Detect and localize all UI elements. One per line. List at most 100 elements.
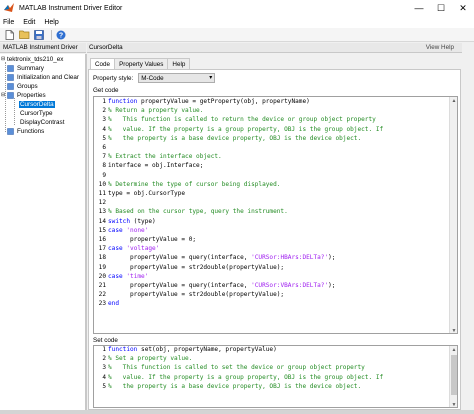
line-number: 4	[102, 373, 106, 381]
code-token: % This function is called to set the dev…	[108, 364, 365, 372]
code-token: propertyValue = str2double(propertyValue…	[108, 263, 285, 271]
property-style-label: Property style:	[93, 74, 134, 82]
tree-item-initialization[interactable]: Initialization and Clear	[7, 73, 80, 81]
line-number: 6	[102, 144, 106, 151]
code-token: switch	[108, 217, 131, 225]
code-token: propertyValue = query(interface,	[108, 254, 252, 262]
scroll-up-icon[interactable]: ▲	[450, 346, 457, 354]
code-token: propertyValue = getProperty(obj, propert…	[137, 98, 310, 105]
code-line: 12	[94, 199, 108, 207]
line-number: 13	[98, 208, 106, 216]
close-button[interactable]: ✕	[452, 0, 474, 16]
help-icon[interactable]: ?	[55, 29, 67, 41]
code-token: % Extract the interface object.	[108, 153, 222, 161]
line-number: 2	[102, 107, 106, 115]
property-style-row: Property style: M-Code ▾	[93, 73, 216, 83]
code-line: 5% the property is a base device propert…	[94, 135, 361, 143]
new-file-icon[interactable]	[3, 29, 15, 41]
code-token: % value. If the property is a group prop…	[108, 373, 384, 381]
line-number: 2	[102, 355, 106, 363]
code-token: % This function is called to return the …	[108, 116, 376, 124]
line-number: 16	[98, 236, 106, 243]
menu-help[interactable]: Help	[44, 19, 58, 26]
code-token: % Return a property value.	[108, 107, 204, 115]
matlab-app-icon	[4, 3, 14, 12]
code-token: function	[108, 98, 138, 105]
code-line: 4% value. If the property is a group pro…	[94, 374, 383, 382]
line-number: 1	[102, 346, 106, 353]
init-icon	[7, 73, 14, 81]
line-number: 5	[102, 382, 106, 390]
menu-edit[interactable]: Edit	[23, 19, 35, 26]
code-token: type = obj.CursorType	[108, 190, 186, 197]
code-token: function	[108, 346, 138, 353]
open-folder-icon[interactable]	[18, 29, 30, 41]
code-line: 18 propertyValue = query(interface, 'CUR…	[94, 254, 336, 262]
save-icon[interactable]	[33, 29, 45, 41]
code-token: 'time'	[126, 272, 149, 280]
driver-tree: ⊟ tektronix_tds210_ex Summary Initializa…	[0, 54, 86, 410]
view-help-link[interactable]: View Help	[426, 43, 454, 53]
tree-root[interactable]: ⊟ tektronix_tds210_ex	[1, 55, 64, 63]
functions-icon	[7, 127, 14, 135]
code-line: 11 type = obj.CursorType	[94, 190, 185, 198]
get-code-editor[interactable]: 1 function propertyValue = getProperty(ob…	[93, 96, 458, 334]
menu-bar: File Edit Help	[0, 16, 474, 28]
code-token: % Based on the cursor type, query the in…	[108, 208, 288, 216]
menu-file[interactable]: File	[3, 19, 14, 26]
tree-property-cursordelta[interactable]: CursorDelta	[19, 100, 55, 108]
code-line: 16 propertyValue = 0;	[94, 236, 196, 244]
minimize-button[interactable]: —	[408, 0, 430, 16]
tree-item-summary[interactable]: Summary	[7, 64, 45, 72]
line-number: 5	[102, 134, 106, 142]
property-style-select[interactable]: M-Code ▾	[138, 73, 216, 83]
panel-splitter[interactable]	[86, 54, 87, 410]
code-line: 2% Return a property value.	[94, 107, 203, 115]
line-number: 3	[102, 364, 106, 372]
line-number: 12	[98, 199, 106, 207]
title-bar: MATLAB Instrument Driver Editor — ☐ ✕	[0, 0, 474, 16]
set-code-editor[interactable]: 1 function set(obj, propertyName, propert…	[93, 345, 458, 408]
code-token: (type)	[130, 217, 156, 225]
line-number: 10	[98, 180, 106, 188]
code-line: 17 case 'voltage'	[94, 245, 160, 253]
tree-item-properties[interactable]: ⊟ Properties	[1, 91, 47, 99]
tree-property-cursortype[interactable]: CursorType	[19, 109, 54, 117]
line-number: 3	[102, 116, 106, 124]
scroll-down-icon[interactable]: ▼	[450, 327, 457, 333]
code-line: 3% This function is called to set the de…	[94, 364, 365, 372]
line-number: 15	[98, 226, 106, 234]
maximize-button[interactable]: ☐	[430, 0, 452, 16]
tree-item-functions[interactable]: Functions	[7, 127, 45, 135]
scroll-up-icon[interactable]: ▲	[450, 97, 457, 105]
summary-icon	[7, 64, 14, 72]
window-title: MATLAB Instrument Driver Editor	[19, 4, 123, 12]
line-number: 18	[98, 254, 106, 262]
status-strip	[0, 410, 474, 414]
code-token: interface = obj.Interface;	[108, 162, 204, 170]
tree-property-displaycontrast[interactable]: DisplayContrast	[19, 118, 65, 126]
code-line: 9	[94, 172, 108, 180]
get-code-label: Get code	[93, 87, 119, 94]
code-token: 'CURSor:VBArs:DELTa?'	[251, 282, 329, 289]
get-code-scrollbar[interactable]: ▲ ▼	[449, 97, 457, 333]
set-code-scrollbar[interactable]: ▲ ▼	[449, 346, 457, 407]
code-token: );	[328, 254, 336, 262]
code-token: propertyValue = str2double(propertyValue…	[108, 291, 285, 299]
code-token: % the property is a base device property…	[108, 382, 362, 390]
code-token: case	[108, 226, 123, 234]
code-line: 15 case 'none'	[94, 226, 149, 235]
code-token: );	[328, 282, 336, 289]
tree-item-groups[interactable]: Groups	[7, 82, 39, 90]
tab-property-values[interactable]: Property Values	[114, 58, 169, 69]
line-number: 21	[98, 282, 106, 289]
code-token: end	[108, 300, 120, 308]
property-header-title: CursorDelta	[89, 44, 123, 51]
scroll-thumb[interactable]	[451, 355, 457, 395]
line-number: 19	[98, 263, 106, 271]
tab-help[interactable]: Help	[167, 58, 191, 69]
code-line: 14 switch (type)	[94, 218, 156, 226]
set-code-label: Set code	[93, 337, 118, 344]
line-number: 11	[98, 190, 106, 197]
scroll-down-icon[interactable]: ▼	[450, 401, 457, 407]
